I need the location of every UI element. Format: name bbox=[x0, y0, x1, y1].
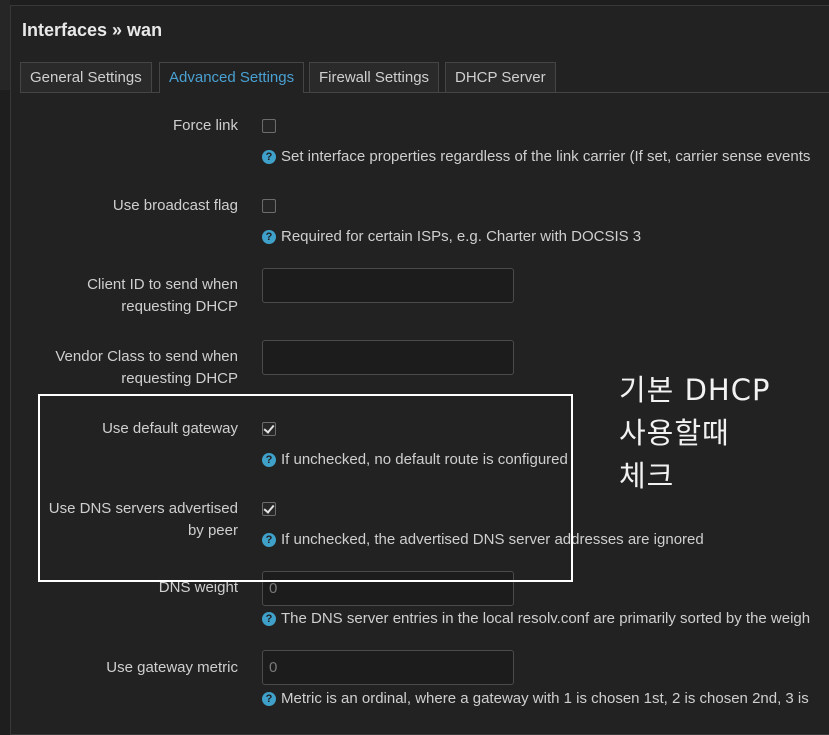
force-link-label: Force link bbox=[172, 117, 238, 134]
gateway-metric-label: Use gateway metric bbox=[106, 659, 238, 676]
force-link-checkbox[interactable] bbox=[262, 119, 276, 133]
force-link-help-text: Set interface properties regardless of t… bbox=[281, 148, 811, 165]
highlight-box bbox=[38, 394, 573, 582]
broadcast-flag-label: Use broadcast flag bbox=[112, 197, 238, 214]
annotation-line3: 체크 bbox=[619, 459, 675, 493]
broadcast-flag-help: ? Required for certain ISPs, e.g. Charter… bbox=[262, 227, 641, 247]
annotation-line2: 사용할때 bbox=[619, 416, 730, 450]
client-id-label-line2: requesting DHCP bbox=[121, 298, 238, 315]
client-id-input[interactable] bbox=[262, 268, 514, 303]
broadcast-flag-checkbox[interactable] bbox=[262, 199, 276, 213]
help-icon: ? bbox=[262, 230, 276, 244]
broadcast-flag-help-text: Required for certain ISPs, e.g. Charter … bbox=[281, 228, 642, 245]
help-icon: ? bbox=[262, 612, 276, 626]
tab-dhcp-server[interactable]: DHCP Server bbox=[445, 62, 556, 92]
client-id-label-line1: Client ID to send when bbox=[87, 276, 238, 293]
force-link-help: ? Set interface properties regardless of … bbox=[262, 147, 810, 167]
vendor-class-label-line2: requesting DHCP bbox=[121, 370, 238, 387]
dialog-title: Interfaces » wan bbox=[22, 20, 163, 40]
gateway-metric-help-text: Metric is an ordinal, where a gateway wi… bbox=[281, 690, 809, 707]
dns-weight-help-text: The DNS server entries in the local reso… bbox=[281, 610, 811, 627]
vendor-class-label: Vendor Class to send when requesting DHC… bbox=[55, 346, 238, 390]
background-panel bbox=[0, 0, 10, 90]
tab-firewall-settings[interactable]: Firewall Settings bbox=[309, 62, 440, 92]
client-id-label: Client ID to send when requesting DHCP bbox=[87, 274, 238, 318]
gateway-metric-input[interactable]: 0 bbox=[262, 650, 514, 685]
tab-bar: General Settings Advanced Settings Firew… bbox=[20, 58, 829, 93]
dns-weight-help: ? The DNS server entries in the local res… bbox=[262, 609, 810, 629]
tab-general-settings[interactable]: General Settings bbox=[20, 62, 152, 92]
help-icon: ? bbox=[262, 692, 276, 706]
vendor-class-input[interactable] bbox=[262, 340, 514, 375]
annotation-note: 기본 DHCP 사용할때 체크 bbox=[619, 369, 770, 498]
tab-advanced-settings[interactable]: Advanced Settings bbox=[159, 62, 305, 93]
annotation-line1: 기본 DHCP bbox=[619, 373, 771, 407]
gateway-metric-help: ? Metric is an ordinal, where a gateway w… bbox=[262, 689, 809, 709]
help-icon: ? bbox=[262, 150, 276, 164]
vendor-class-label-line1: Vendor Class to send when bbox=[55, 348, 238, 365]
